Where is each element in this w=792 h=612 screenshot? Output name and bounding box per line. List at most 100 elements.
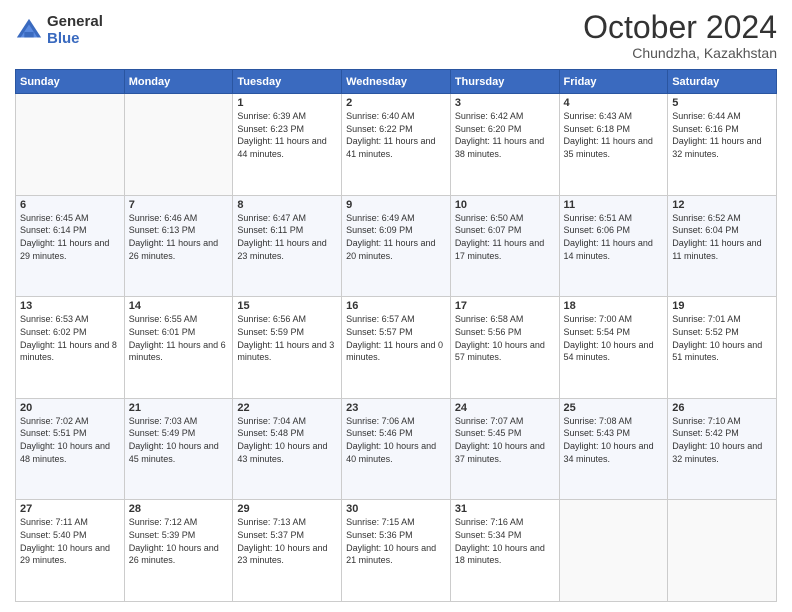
- day-number: 28: [129, 503, 229, 515]
- logo-icon: [15, 17, 43, 45]
- day-number: 16: [346, 300, 446, 312]
- calendar-cell: 1Sunrise: 6:39 AMSunset: 6:23 PMDaylight…: [233, 94, 342, 196]
- day-number: 31: [455, 503, 555, 515]
- calendar-cell: 27Sunrise: 7:11 AMSunset: 5:40 PMDayligh…: [16, 500, 125, 602]
- day-info: Sunrise: 6:44 AMSunset: 6:16 PMDaylight:…: [672, 110, 772, 160]
- calendar-cell: 15Sunrise: 6:56 AMSunset: 5:59 PMDayligh…: [233, 297, 342, 399]
- calendar-cell: 12Sunrise: 6:52 AMSunset: 6:04 PMDayligh…: [668, 195, 777, 297]
- calendar-cell: 7Sunrise: 6:46 AMSunset: 6:13 PMDaylight…: [124, 195, 233, 297]
- day-info: Sunrise: 6:51 AMSunset: 6:06 PMDaylight:…: [564, 212, 664, 262]
- page-header: General Blue October 2024 Chundzha, Kaza…: [15, 10, 777, 61]
- day-number: 29: [237, 503, 337, 515]
- day-number: 15: [237, 300, 337, 312]
- day-header-monday: Monday: [124, 70, 233, 94]
- day-header-tuesday: Tuesday: [233, 70, 342, 94]
- day-number: 18: [564, 300, 664, 312]
- day-info: Sunrise: 6:46 AMSunset: 6:13 PMDaylight:…: [129, 212, 229, 262]
- day-number: 17: [455, 300, 555, 312]
- calendar-cell: 22Sunrise: 7:04 AMSunset: 5:48 PMDayligh…: [233, 398, 342, 500]
- calendar-cell: 25Sunrise: 7:08 AMSunset: 5:43 PMDayligh…: [559, 398, 668, 500]
- day-info: Sunrise: 7:04 AMSunset: 5:48 PMDaylight:…: [237, 415, 337, 465]
- day-info: Sunrise: 6:43 AMSunset: 6:18 PMDaylight:…: [564, 110, 664, 160]
- day-info: Sunrise: 6:47 AMSunset: 6:11 PMDaylight:…: [237, 212, 337, 262]
- calendar-cell: 8Sunrise: 6:47 AMSunset: 6:11 PMDaylight…: [233, 195, 342, 297]
- calendar-week-5: 27Sunrise: 7:11 AMSunset: 5:40 PMDayligh…: [16, 500, 777, 602]
- day-number: 24: [455, 402, 555, 414]
- calendar-week-2: 6Sunrise: 6:45 AMSunset: 6:14 PMDaylight…: [16, 195, 777, 297]
- calendar-cell: 13Sunrise: 6:53 AMSunset: 6:02 PMDayligh…: [16, 297, 125, 399]
- day-info: Sunrise: 7:13 AMSunset: 5:37 PMDaylight:…: [237, 516, 337, 566]
- day-number: 27: [20, 503, 120, 515]
- day-number: 6: [20, 199, 120, 211]
- day-number: 2: [346, 97, 446, 109]
- location: Chundzha, Kazakhstan: [583, 45, 777, 61]
- day-header-friday: Friday: [559, 70, 668, 94]
- day-number: 21: [129, 402, 229, 414]
- calendar-cell: 30Sunrise: 7:15 AMSunset: 5:36 PMDayligh…: [342, 500, 451, 602]
- day-number: 23: [346, 402, 446, 414]
- day-info: Sunrise: 7:12 AMSunset: 5:39 PMDaylight:…: [129, 516, 229, 566]
- logo-text: General Blue: [47, 14, 103, 47]
- day-info: Sunrise: 7:07 AMSunset: 5:45 PMDaylight:…: [455, 415, 555, 465]
- day-number: 4: [564, 97, 664, 109]
- title-area: October 2024 Chundzha, Kazakhstan: [583, 10, 777, 61]
- day-header-wednesday: Wednesday: [342, 70, 451, 94]
- calendar-cell: 11Sunrise: 6:51 AMSunset: 6:06 PMDayligh…: [559, 195, 668, 297]
- day-info: Sunrise: 6:40 AMSunset: 6:22 PMDaylight:…: [346, 110, 446, 160]
- calendar-cell: 18Sunrise: 7:00 AMSunset: 5:54 PMDayligh…: [559, 297, 668, 399]
- day-number: 9: [346, 199, 446, 211]
- calendar-cell: 26Sunrise: 7:10 AMSunset: 5:42 PMDayligh…: [668, 398, 777, 500]
- calendar-cell: 4Sunrise: 6:43 AMSunset: 6:18 PMDaylight…: [559, 94, 668, 196]
- day-info: Sunrise: 7:02 AMSunset: 5:51 PMDaylight:…: [20, 415, 120, 465]
- calendar-cell: 17Sunrise: 6:58 AMSunset: 5:56 PMDayligh…: [450, 297, 559, 399]
- calendar-cell: 5Sunrise: 6:44 AMSunset: 6:16 PMDaylight…: [668, 94, 777, 196]
- day-info: Sunrise: 7:06 AMSunset: 5:46 PMDaylight:…: [346, 415, 446, 465]
- calendar-cell: 9Sunrise: 6:49 AMSunset: 6:09 PMDaylight…: [342, 195, 451, 297]
- day-info: Sunrise: 7:03 AMSunset: 5:49 PMDaylight:…: [129, 415, 229, 465]
- calendar-cell: 3Sunrise: 6:42 AMSunset: 6:20 PMDaylight…: [450, 94, 559, 196]
- day-number: 3: [455, 97, 555, 109]
- day-info: Sunrise: 7:15 AMSunset: 5:36 PMDaylight:…: [346, 516, 446, 566]
- calendar-cell: [16, 94, 125, 196]
- calendar-table: SundayMondayTuesdayWednesdayThursdayFrid…: [15, 69, 777, 602]
- calendar-cell: [559, 500, 668, 602]
- day-number: 10: [455, 199, 555, 211]
- day-info: Sunrise: 6:58 AMSunset: 5:56 PMDaylight:…: [455, 313, 555, 363]
- day-number: 1: [237, 97, 337, 109]
- day-header-thursday: Thursday: [450, 70, 559, 94]
- day-info: Sunrise: 6:52 AMSunset: 6:04 PMDaylight:…: [672, 212, 772, 262]
- calendar-week-1: 1Sunrise: 6:39 AMSunset: 6:23 PMDaylight…: [16, 94, 777, 196]
- calendar-week-4: 20Sunrise: 7:02 AMSunset: 5:51 PMDayligh…: [16, 398, 777, 500]
- calendar-cell: 23Sunrise: 7:06 AMSunset: 5:46 PMDayligh…: [342, 398, 451, 500]
- day-info: Sunrise: 7:10 AMSunset: 5:42 PMDaylight:…: [672, 415, 772, 465]
- calendar-cell: 29Sunrise: 7:13 AMSunset: 5:37 PMDayligh…: [233, 500, 342, 602]
- calendar-week-3: 13Sunrise: 6:53 AMSunset: 6:02 PMDayligh…: [16, 297, 777, 399]
- calendar-cell: 14Sunrise: 6:55 AMSunset: 6:01 PMDayligh…: [124, 297, 233, 399]
- day-info: Sunrise: 6:49 AMSunset: 6:09 PMDaylight:…: [346, 212, 446, 262]
- day-info: Sunrise: 6:56 AMSunset: 5:59 PMDaylight:…: [237, 313, 337, 363]
- day-number: 14: [129, 300, 229, 312]
- day-number: 7: [129, 199, 229, 211]
- day-info: Sunrise: 7:00 AMSunset: 5:54 PMDaylight:…: [564, 313, 664, 363]
- logo: General Blue: [15, 14, 103, 47]
- day-info: Sunrise: 6:57 AMSunset: 5:57 PMDaylight:…: [346, 313, 446, 363]
- calendar-cell: 19Sunrise: 7:01 AMSunset: 5:52 PMDayligh…: [668, 297, 777, 399]
- day-header-sunday: Sunday: [16, 70, 125, 94]
- day-number: 30: [346, 503, 446, 515]
- month-title: October 2024: [583, 10, 777, 45]
- day-info: Sunrise: 6:55 AMSunset: 6:01 PMDaylight:…: [129, 313, 229, 363]
- day-info: Sunrise: 6:39 AMSunset: 6:23 PMDaylight:…: [237, 110, 337, 160]
- day-number: 8: [237, 199, 337, 211]
- day-info: Sunrise: 6:53 AMSunset: 6:02 PMDaylight:…: [20, 313, 120, 363]
- day-info: Sunrise: 7:01 AMSunset: 5:52 PMDaylight:…: [672, 313, 772, 363]
- day-number: 11: [564, 199, 664, 211]
- calendar-cell: 28Sunrise: 7:12 AMSunset: 5:39 PMDayligh…: [124, 500, 233, 602]
- day-number: 20: [20, 402, 120, 414]
- calendar-cell: [124, 94, 233, 196]
- calendar-cell: 2Sunrise: 6:40 AMSunset: 6:22 PMDaylight…: [342, 94, 451, 196]
- day-number: 19: [672, 300, 772, 312]
- day-info: Sunrise: 7:08 AMSunset: 5:43 PMDaylight:…: [564, 415, 664, 465]
- day-header-saturday: Saturday: [668, 70, 777, 94]
- calendar-cell: 6Sunrise: 6:45 AMSunset: 6:14 PMDaylight…: [16, 195, 125, 297]
- day-number: 25: [564, 402, 664, 414]
